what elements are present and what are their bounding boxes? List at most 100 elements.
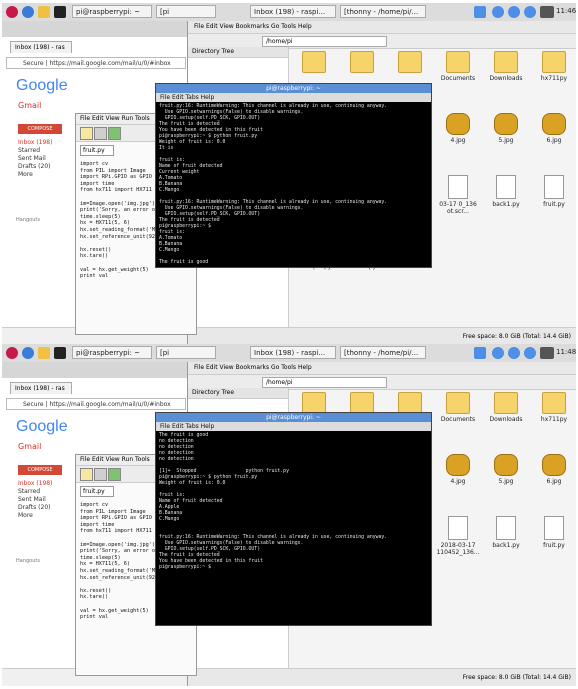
folder-more[interactable]: More: [18, 512, 52, 520]
folder-inbox[interactable]: Inbox (198): [18, 480, 52, 488]
folder-starred[interactable]: Starred: [18, 147, 52, 155]
terminal-icon[interactable]: [54, 6, 66, 18]
file-item[interactable]: hx711py: [530, 51, 576, 95]
folder-more[interactable]: More: [18, 171, 52, 179]
editor-tab[interactable]: fruit.py: [80, 486, 114, 497]
fm-path-input[interactable]: /home/pi: [262, 36, 387, 47]
task-thonny[interactable]: [thonny - /home/pi/...: [340, 5, 426, 18]
file-item[interactable]: fruit.py: [530, 175, 576, 219]
file-item[interactable]: 2018-03-17 110452_136...: [434, 516, 482, 560]
terminal-menubar[interactable]: File Edit Tabs Help: [156, 422, 431, 431]
terminal-output[interactable]: The fruit is good no detection no detect…: [156, 431, 431, 573]
folder-icon[interactable]: [38, 347, 50, 359]
gmail-label[interactable]: Gmail: [18, 442, 41, 451]
folder-drafts[interactable]: Drafts (20): [18, 504, 52, 512]
file-item[interactable]: 6.jpg: [530, 454, 576, 498]
folder-icon: [302, 51, 326, 73]
bluetooth-icon[interactable]: [492, 6, 504, 18]
terminal-titlebar[interactable]: pi@raspberrypi: ~: [156, 413, 431, 422]
file-item[interactable]: hx711py: [530, 392, 576, 436]
file-item[interactable]: 03-17 0_136 ot.scr...: [434, 175, 482, 219]
browser-icon[interactable]: [22, 6, 34, 18]
folder-drafts[interactable]: Drafts (20): [18, 163, 52, 171]
folder-icon: [446, 392, 470, 414]
img-icon: [446, 454, 470, 476]
folder-sent[interactable]: Sent Mail: [18, 496, 52, 504]
terminal-titlebar[interactable]: pi@raspberrypi: ~: [156, 84, 431, 93]
folder-icon: [494, 51, 518, 73]
new-file-icon[interactable]: [80, 127, 93, 140]
img-icon: [494, 113, 518, 135]
task-filemanager[interactable]: [pi: [156, 346, 216, 359]
fm-sidebar-header[interactable]: Directory Tree: [188, 388, 288, 399]
file-item[interactable]: Documents: [434, 51, 482, 95]
taskbar: pi@raspberrypi: ~ [pi Inbox (198) - rasp…: [2, 3, 576, 22]
folder-starred[interactable]: Starred: [18, 488, 52, 496]
task-browser[interactable]: Inbox (198) - raspi...: [250, 5, 336, 18]
terminal-menubar[interactable]: File Edit Tabs Help: [156, 93, 431, 102]
fm-path-input[interactable]: /home/pi: [262, 377, 387, 388]
folder-icon: [398, 51, 422, 73]
file-item[interactable]: 5.jpg: [482, 113, 530, 157]
terminal-icon[interactable]: [54, 347, 66, 359]
task-browser[interactable]: Inbox (198) - raspi...: [250, 346, 336, 359]
wifi-icon[interactable]: [508, 6, 520, 18]
volume-icon[interactable]: [524, 347, 536, 359]
save-icon[interactable]: [94, 468, 107, 481]
run-icon[interactable]: [108, 127, 121, 140]
folder-icon[interactable]: [38, 6, 50, 18]
cpu-monitor-icon: [540, 347, 554, 359]
file-item[interactable]: 4.jpg: [434, 454, 482, 498]
terminal-output[interactable]: fruit.py:16: RuntimeWarning: This channe…: [156, 102, 431, 268]
bluetooth-icon[interactable]: [492, 347, 504, 359]
file-item-label: 4.jpg: [450, 478, 466, 485]
raspberry-menu-icon[interactable]: [6, 6, 18, 18]
folder-inbox[interactable]: Inbox (198): [18, 139, 52, 147]
run-icon[interactable]: [108, 468, 121, 481]
address-bar[interactable]: Secure | https://mail.google.com/mail/u/…: [6, 398, 186, 410]
file-item[interactable]: Downloads: [482, 51, 530, 95]
browser-tab[interactable]: Inbox (198) - ras: [10, 382, 72, 394]
folder-icon: [446, 51, 470, 73]
task-filemanager[interactable]: [pi: [156, 5, 216, 18]
screenshot-bottom: pi@raspberrypi: ~ [pi Inbox (198) - rasp…: [2, 344, 576, 686]
file-item[interactable]: 5.jpg: [482, 454, 530, 498]
task-terminal[interactable]: pi@raspberrypi: ~: [72, 5, 152, 18]
fm-menubar[interactable]: File Edit View Bookmarks Go Tools Help: [188, 21, 576, 34]
terminal-window: pi@raspberrypi: ~ File Edit Tabs Help fr…: [155, 83, 432, 268]
file-icon: [544, 175, 564, 199]
file-item[interactable]: 4.jpg: [434, 113, 482, 157]
file-item[interactable]: back1.py: [482, 516, 530, 560]
browser-tab[interactable]: Inbox (198) - ras: [10, 41, 72, 53]
browser-icon[interactable]: [22, 347, 34, 359]
folder-icon: [350, 392, 374, 414]
task-terminal[interactable]: pi@raspberrypi: ~: [72, 346, 152, 359]
raspberry-menu-icon[interactable]: [6, 347, 18, 359]
fm-menubar[interactable]: File Edit View Bookmarks Go Tools Help: [188, 362, 576, 375]
file-item-label: 5.jpg: [498, 478, 514, 485]
gmail-label[interactable]: Gmail: [18, 101, 41, 110]
file-item-label: 5.jpg: [498, 137, 514, 144]
vnc-icon[interactable]: [474, 6, 486, 18]
folder-sent[interactable]: Sent Mail: [18, 155, 52, 163]
file-item[interactable]: Downloads: [482, 392, 530, 436]
clock: 11:48: [556, 348, 576, 356]
save-icon[interactable]: [94, 127, 107, 140]
editor-tab[interactable]: fruit.py: [80, 145, 114, 156]
file-item[interactable]: back1.py: [482, 175, 530, 219]
volume-icon[interactable]: [524, 6, 536, 18]
folder-icon: [302, 392, 326, 414]
file-item[interactable]: 6.jpg: [530, 113, 576, 157]
vnc-icon[interactable]: [474, 347, 486, 359]
address-bar[interactable]: Secure | https://mail.google.com/mail/u/…: [6, 57, 186, 69]
compose-button[interactable]: COMPOSE: [18, 124, 62, 134]
compose-button[interactable]: COMPOSE: [18, 465, 62, 475]
file-item[interactable]: Documents: [434, 392, 482, 436]
wifi-icon[interactable]: [508, 347, 520, 359]
fm-sidebar-header[interactable]: Directory Tree: [188, 47, 288, 58]
file-item-label: Downloads: [489, 75, 523, 82]
new-file-icon[interactable]: [80, 468, 93, 481]
hangouts-label: Hangouts: [16, 217, 40, 223]
task-thonny[interactable]: [thonny - /home/pi/...: [340, 346, 426, 359]
file-item[interactable]: fruit.py: [530, 516, 576, 560]
